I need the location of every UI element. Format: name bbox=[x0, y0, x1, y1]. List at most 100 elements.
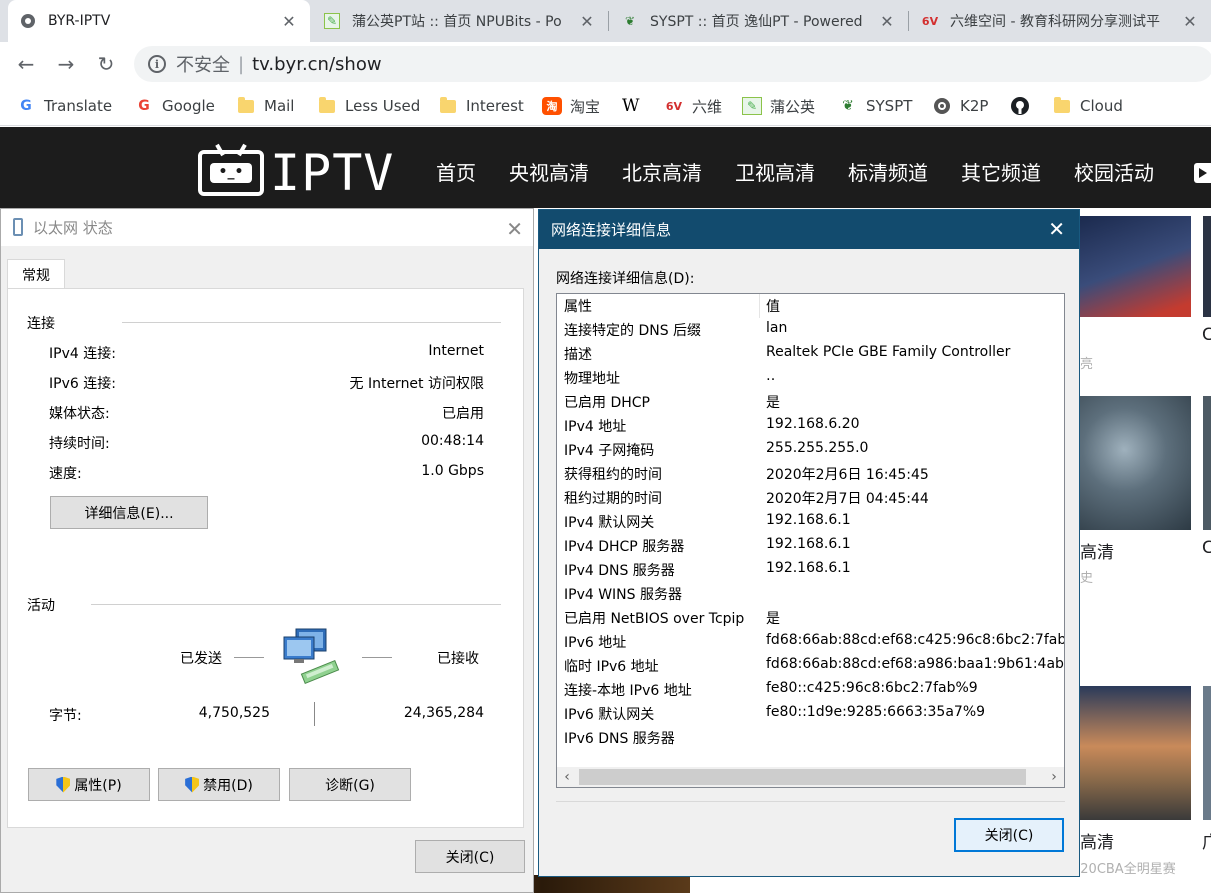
bookmark-interest[interactable]: Interest bbox=[438, 94, 524, 118]
nav-sd-channels[interactable]: 标清频道 bbox=[848, 157, 928, 186]
forward-arrow-icon[interactable]: → bbox=[52, 50, 80, 78]
tab-syspt[interactable]: ❦ SYSPT :: 首页 逸仙PT - Powered ✕ bbox=[610, 0, 908, 42]
property-value: fe80::1d9e:9285:6663:35a7%9 bbox=[766, 704, 986, 720]
bookmark-npubits[interactable]: ✎ 蒲公英 bbox=[742, 94, 815, 118]
details-button[interactable]: 详细信息(E)... bbox=[50, 496, 208, 529]
column-header-value[interactable]: 值 bbox=[766, 296, 780, 316]
list-header[interactable]: 属性 值 bbox=[557, 294, 1064, 318]
close-icon[interactable]: ✕ bbox=[506, 217, 523, 241]
tab-6v[interactable]: 6V 六维空间 - 教育科研网分享测试平 ✕ bbox=[910, 0, 1211, 42]
details-list[interactable]: 属性 值 连接特定的 DNS 后缀 lan 描述 Realtek PCIe GBE F… bbox=[556, 293, 1065, 788]
close-tab-icon[interactable]: ✕ bbox=[1181, 12, 1199, 31]
close-tab-icon[interactable]: ✕ bbox=[878, 12, 896, 31]
close-button[interactable]: 关闭(C) bbox=[954, 818, 1064, 852]
channel-thumbnail[interactable] bbox=[1080, 396, 1191, 530]
play-icon[interactable] bbox=[1194, 163, 1211, 183]
list-item[interactable]: 物理地址 ‥ bbox=[557, 366, 1064, 390]
property-name: IPv4 DNS 服务器 bbox=[564, 563, 675, 579]
nav-beijing-hd[interactable]: 北京高清 bbox=[622, 157, 702, 186]
bookmark-less-used[interactable]: Less Used bbox=[317, 94, 420, 118]
info-icon[interactable]: i bbox=[148, 55, 166, 73]
bookmark-mail[interactable]: Mail bbox=[236, 94, 294, 118]
received-label: 已接收 bbox=[437, 651, 479, 667]
column-divider[interactable] bbox=[759, 294, 760, 318]
nav-cctv-hd[interactable]: 央视高清 bbox=[509, 157, 589, 186]
google-icon: G bbox=[138, 98, 150, 114]
list-item[interactable]: IPv4 WINS 服务器 bbox=[557, 582, 1064, 606]
channel-subtitle: 亮 bbox=[1080, 357, 1094, 372]
list-item[interactable]: 获得租约的时间 2020年2月6日 16:45:45 bbox=[557, 462, 1064, 486]
column-header-property[interactable]: 属性 bbox=[564, 296, 592, 316]
sent-label: 已发送 bbox=[180, 651, 222, 667]
tab-general[interactable]: 常规 bbox=[7, 259, 65, 289]
list-item[interactable]: IPv4 地址 192.168.6.20 bbox=[557, 414, 1064, 438]
list-item[interactable]: IPv6 地址 fd68:66ab:88cd:ef68:c425:96c8:6bc… bbox=[557, 630, 1064, 654]
close-icon[interactable]: ✕ bbox=[1048, 217, 1065, 241]
bookmark-taobao[interactable]: 淘 淘宝 bbox=[542, 94, 600, 118]
scroll-right-icon[interactable]: › bbox=[1044, 767, 1064, 787]
list-item[interactable]: IPv4 默认网关 192.168.6.1 bbox=[557, 510, 1064, 534]
list-item[interactable]: IPv4 DNS 服务器 192.168.6.1 bbox=[557, 558, 1064, 582]
scroll-left-icon[interactable]: ‹ bbox=[557, 767, 577, 787]
list-item[interactable]: IPv6 DNS 服务器 bbox=[557, 726, 1064, 750]
iptv-logo[interactable]: •_• IPTV bbox=[198, 144, 394, 202]
channel-thumbnail[interactable] bbox=[1203, 396, 1211, 530]
tab-title: BYR-IPTV bbox=[48, 13, 111, 29]
scrollbar-thumb[interactable] bbox=[579, 769, 1026, 785]
back-arrow-icon[interactable]: ← bbox=[12, 50, 40, 78]
list-item[interactable]: 描述 Realtek PCIe GBE Family Controller bbox=[557, 342, 1064, 366]
bookmark-syspt[interactable]: ❦ SYSPT bbox=[838, 94, 912, 118]
list-item[interactable]: IPv6 默认网关 fe80::1d9e:9285:6663:35a7%9 bbox=[557, 702, 1064, 726]
nav-home[interactable]: 首页 bbox=[436, 157, 476, 186]
list-item[interactable]: 连接特定的 DNS 后缀 lan bbox=[557, 318, 1064, 342]
bytes-sent-value: 4,750,525 bbox=[198, 705, 270, 721]
bookmark-google[interactable]: G Google bbox=[134, 94, 215, 118]
nav-satellite-hd[interactable]: 卫视高清 bbox=[735, 157, 815, 186]
syspt-leaf-icon: ❦ bbox=[624, 14, 636, 28]
channel-thumbnail[interactable] bbox=[1203, 216, 1211, 317]
list-item[interactable]: 临时 IPv6 地址 fd68:66ab:88cd:ef68:a986:baa1:… bbox=[557, 654, 1064, 678]
bookmark-6v[interactable]: 6V 六维 bbox=[664, 94, 722, 118]
bookmark-cloud[interactable]: Cloud bbox=[1052, 94, 1123, 118]
connection-heading: 连接 bbox=[27, 316, 55, 332]
disable-button[interactable]: 禁用(D) bbox=[158, 768, 280, 801]
property-name: IPv6 DNS 服务器 bbox=[564, 731, 675, 747]
tv-logo-icon: •_• bbox=[198, 150, 264, 196]
tab-npubits[interactable]: ✎ 蒲公英PT站 :: 首页 NPUBits - Po ✕ bbox=[312, 0, 608, 42]
nav-other-channels[interactable]: 其它频道 bbox=[961, 157, 1041, 186]
list-item[interactable]: 已启用 DHCP 是 bbox=[557, 390, 1064, 414]
property-name: IPv4 子网掩码 bbox=[564, 443, 655, 459]
bytes-label: 字节: bbox=[49, 708, 82, 724]
bookmark-wikipedia[interactable]: W bbox=[622, 94, 639, 118]
channel-thumbnail[interactable] bbox=[1203, 686, 1211, 820]
bookmark-github[interactable] bbox=[1010, 94, 1038, 118]
list-item[interactable]: IPv4 子网掩码 255.255.255.0 bbox=[557, 438, 1064, 462]
syspt-leaf-icon: ❦ bbox=[842, 98, 854, 114]
bookmark-k2p[interactable]: K2P bbox=[932, 94, 988, 118]
close-button[interactable]: 关闭(C) bbox=[415, 840, 525, 873]
close-tab-icon[interactable]: ✕ bbox=[280, 12, 298, 31]
list-item[interactable]: IPv4 DHCP 服务器 192.168.6.1 bbox=[557, 534, 1064, 558]
list-item[interactable]: 已启用 NetBIOS over Tcpip 是 bbox=[557, 606, 1064, 630]
horizontal-scrollbar[interactable]: ‹ › bbox=[557, 767, 1064, 787]
address-bar[interactable]: i 不安全 | tv.byr.cn/show bbox=[134, 46, 1211, 82]
received-line bbox=[362, 657, 392, 658]
properties-button[interactable]: 属性(P) bbox=[28, 768, 150, 801]
bookmark-translate[interactable]: G Translate bbox=[16, 94, 112, 118]
close-tab-icon[interactable]: ✕ bbox=[578, 12, 596, 31]
reload-icon[interactable]: ↻ bbox=[92, 50, 120, 78]
nav-campus[interactable]: 校园活动 bbox=[1074, 157, 1154, 186]
diagnose-button[interactable]: 诊断(G) bbox=[289, 768, 411, 801]
list-item[interactable]: 租约过期的时间 2020年2月7日 04:45:44 bbox=[557, 486, 1064, 510]
property-name: IPv4 DHCP 服务器 bbox=[564, 539, 685, 555]
channel-thumbnail[interactable] bbox=[1080, 686, 1191, 820]
tab-byr-iptv[interactable]: BYR-IPTV ✕ bbox=[8, 0, 310, 42]
window-titlebar: 以太网 状态 ✕ bbox=[1, 209, 533, 246]
ipv6-connection-label: IPv6 连接: bbox=[49, 376, 116, 392]
list-item[interactable]: 连接-本地 IPv6 地址 fe80::c425:96c8:6bc2:7fab%9 bbox=[557, 678, 1064, 702]
property-value: 255.255.255.0 bbox=[766, 440, 869, 456]
channel-title: 高清 bbox=[1080, 543, 1114, 563]
speed-label: 速度: bbox=[49, 466, 82, 482]
ipv4-connection-label: IPv4 连接: bbox=[49, 346, 116, 362]
channel-thumbnail[interactable] bbox=[1080, 216, 1191, 317]
